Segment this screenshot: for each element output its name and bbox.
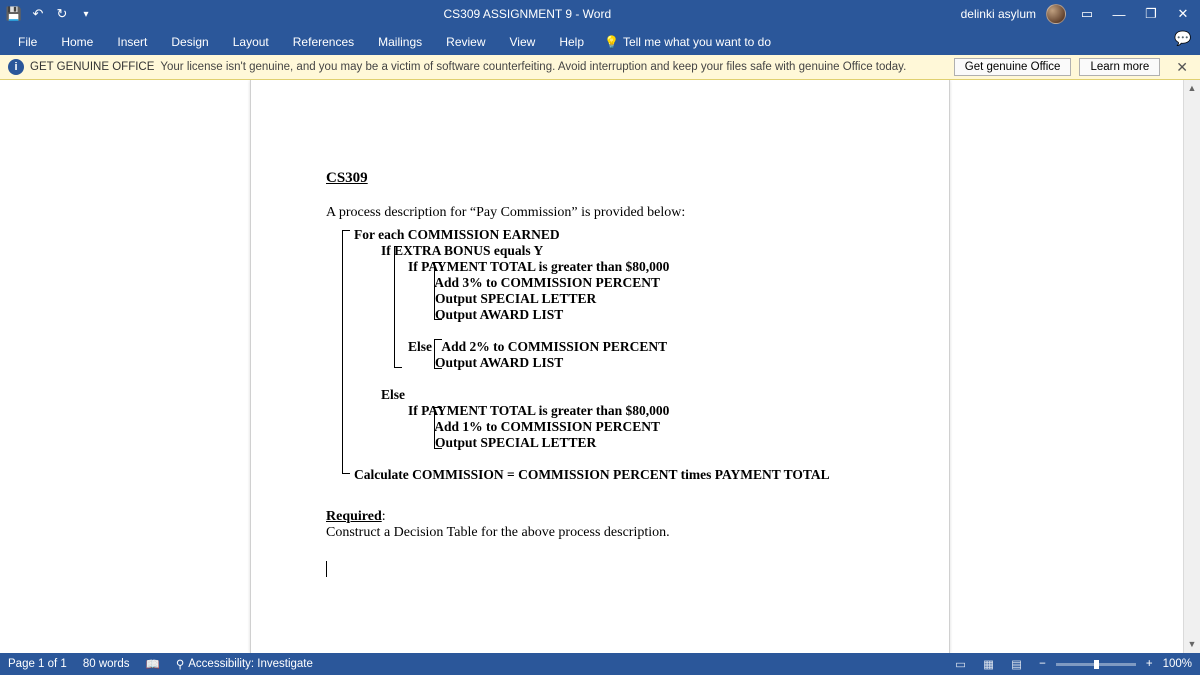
document-page[interactable]: CS309 A process description for “Pay Com… bbox=[250, 80, 950, 653]
print-layout-icon[interactable]: ▦ bbox=[983, 657, 1001, 671]
tab-layout[interactable]: Layout bbox=[223, 30, 279, 54]
tab-references[interactable]: References bbox=[283, 30, 364, 54]
accessibility-icon: ⚲ bbox=[176, 657, 184, 671]
bracket-icon bbox=[434, 407, 442, 449]
tab-file[interactable]: File bbox=[8, 30, 47, 54]
maximize-icon[interactable]: ❐ bbox=[1140, 6, 1162, 22]
zoom-out-icon[interactable]: − bbox=[1039, 658, 1046, 670]
vertical-scrollbar[interactable]: ▲ ▼ bbox=[1183, 80, 1200, 653]
tab-help[interactable]: Help bbox=[549, 30, 594, 54]
genuine-office-banner: i GET GENUINE OFFICE Your license isn't … bbox=[0, 55, 1200, 80]
bracket-icon bbox=[394, 246, 402, 368]
lightbulb-icon: 💡 bbox=[604, 35, 619, 49]
document-workspace: CS309 A process description for “Pay Com… bbox=[0, 80, 1200, 653]
scroll-up-icon[interactable]: ▲ bbox=[1184, 80, 1200, 97]
save-icon[interactable]: 💾 bbox=[6, 6, 22, 22]
text-cursor bbox=[326, 561, 327, 577]
tab-review[interactable]: Review bbox=[436, 30, 495, 54]
scroll-down-icon[interactable]: ▼ bbox=[1184, 636, 1200, 653]
quick-access-toolbar: 💾 ↶ ↻ ▾ bbox=[6, 6, 94, 22]
customize-qat-icon[interactable]: ▾ bbox=[78, 6, 94, 22]
doc-intro: A process description for “Pay Commissio… bbox=[326, 205, 874, 221]
web-layout-icon[interactable]: ▤ bbox=[1011, 657, 1029, 671]
bracket-icon bbox=[342, 230, 350, 474]
spellcheck-icon[interactable]: 📖 bbox=[146, 657, 160, 671]
user-avatar[interactable] bbox=[1046, 4, 1066, 24]
learn-more-button[interactable]: Learn more bbox=[1079, 58, 1160, 76]
accessibility-status[interactable]: Accessibility: Investigate bbox=[188, 658, 313, 670]
process-structure: For each COMMISSION EARNED If EXTRA BONU… bbox=[326, 227, 874, 483]
banner-message: Your license isn't genuine, and you may … bbox=[160, 61, 945, 73]
zoom-in-icon[interactable]: + bbox=[1146, 658, 1153, 670]
tell-me-search[interactable]: 💡 Tell me what you want to do bbox=[604, 35, 771, 49]
tab-home[interactable]: Home bbox=[51, 30, 103, 54]
word-count[interactable]: 80 words bbox=[83, 658, 130, 670]
status-bar: Page 1 of 1 80 words 📖 ⚲ Accessibility: … bbox=[0, 653, 1200, 675]
tab-mailings[interactable]: Mailings bbox=[368, 30, 432, 54]
page-indicator[interactable]: Page 1 of 1 bbox=[8, 658, 67, 670]
user-name[interactable]: delinki asylum bbox=[961, 7, 1036, 21]
tab-design[interactable]: Design bbox=[161, 30, 218, 54]
share-icon[interactable]: 💬 bbox=[1172, 30, 1194, 47]
bracket-icon bbox=[434, 339, 442, 369]
required-body: Construct a Decision Table for the above… bbox=[326, 525, 874, 541]
window-title: CS309 ASSIGNMENT 9 - Word bbox=[94, 7, 961, 21]
get-genuine-office-button[interactable]: Get genuine Office bbox=[954, 58, 1072, 76]
undo-icon[interactable]: ↶ bbox=[30, 6, 46, 22]
bracket-icon bbox=[434, 262, 442, 320]
required-title: Required bbox=[326, 509, 382, 524]
ribbon-options-icon[interactable]: ▭ bbox=[1076, 6, 1098, 22]
zoom-slider[interactable] bbox=[1056, 663, 1136, 666]
banner-close-icon[interactable]: ✕ bbox=[1176, 59, 1188, 76]
zoom-level[interactable]: 100% bbox=[1163, 658, 1192, 670]
redo-icon[interactable]: ↻ bbox=[54, 6, 70, 22]
required-section: Required: Construct a Decision Table for… bbox=[326, 509, 874, 541]
info-icon: i bbox=[8, 59, 24, 75]
minimize-icon[interactable]: — bbox=[1108, 7, 1130, 22]
tab-view[interactable]: View bbox=[500, 30, 546, 54]
ribbon-tabs: File Home Insert Design Layout Reference… bbox=[0, 28, 1200, 55]
doc-heading: CS309 bbox=[326, 170, 874, 187]
tab-insert[interactable]: Insert bbox=[107, 30, 157, 54]
banner-title: GET GENUINE OFFICE bbox=[30, 61, 154, 73]
read-mode-icon[interactable]: ▭ bbox=[955, 657, 973, 671]
title-bar: 💾 ↶ ↻ ▾ CS309 ASSIGNMENT 9 - Word delink… bbox=[0, 0, 1200, 28]
close-icon[interactable]: ✕ bbox=[1172, 6, 1194, 22]
